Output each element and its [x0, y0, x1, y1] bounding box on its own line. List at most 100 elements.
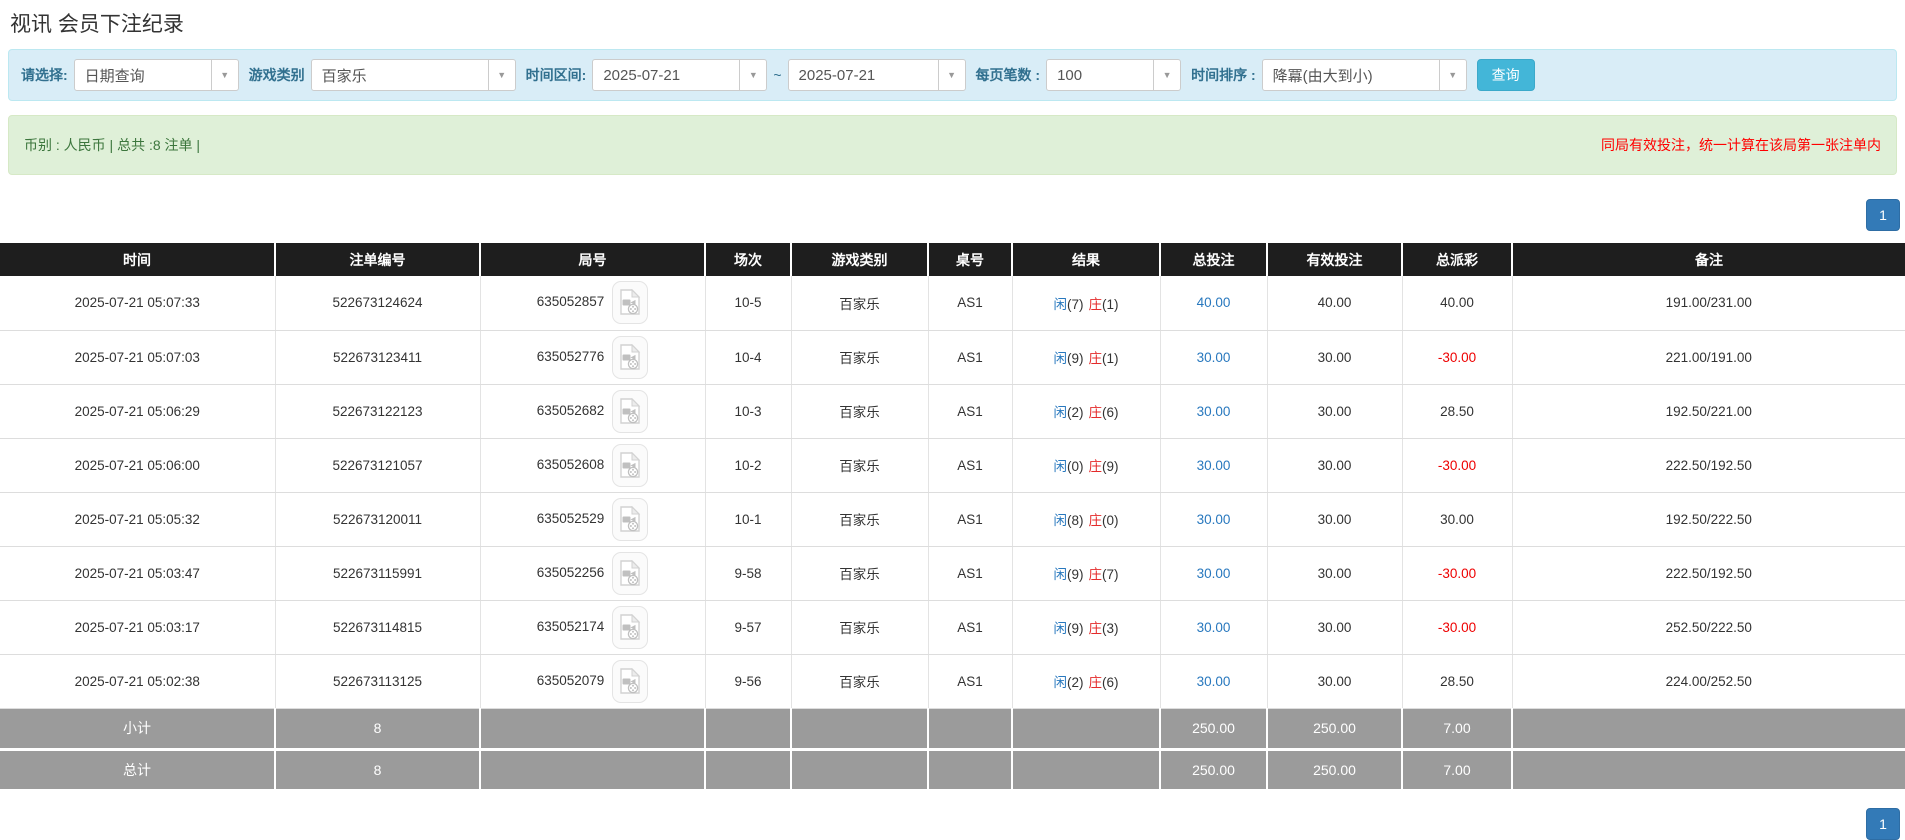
session-cell: 10-2 [705, 438, 792, 493]
result-banker-label: 庄 [1088, 675, 1103, 690]
query-type-label: 请选择: [21, 67, 68, 83]
result-cell: 闲(9) 庄(3) [1012, 600, 1161, 655]
result-player-score: (9) [1067, 567, 1084, 582]
bet-id-cell: 522673120011 [275, 492, 481, 547]
page-size-select[interactable]: 100 ▼ [1046, 59, 1182, 91]
summary-bar: 币别 : 人民币 | 总共 :8 注单 | 同局有效投注，统一计算在该局第一张注… [8, 115, 1897, 175]
time-sort-value: 降冪(由大到小) [1272, 67, 1373, 85]
game-type-select[interactable]: 百家乐 ▼ [310, 59, 516, 91]
table-row: 2025-07-21 05:03:47 522673115991 6350522… [0, 546, 1905, 601]
search-button[interactable]: 查询 [1476, 59, 1535, 91]
total-bet-link[interactable]: 30.00 [1197, 458, 1231, 473]
session-cell: 9-58 [705, 546, 792, 601]
total-bet-cell: 30.00 [1160, 654, 1268, 709]
game-type-label: 游戏类别 [248, 67, 305, 83]
time-sort-select[interactable]: 降冪(由大到小) ▼ [1261, 59, 1467, 91]
total-bet-cell: 30.00 [1160, 600, 1268, 655]
total-bet-link[interactable]: 30.00 [1197, 674, 1231, 689]
valid-bet-cell: 30.00 [1267, 492, 1403, 547]
bet-id-cell: 522673122123 [275, 384, 481, 439]
col-result: 结果 [1012, 243, 1161, 276]
total-bet-link[interactable]: 30.00 [1197, 566, 1231, 581]
session-cell: 9-57 [705, 600, 792, 655]
total-valid-bet: 250.00 [1267, 749, 1403, 792]
date-to-select[interactable]: 2025-07-21 ▼ [787, 59, 966, 91]
video-replay-button[interactable] [612, 281, 649, 325]
date-to-value: 2025-07-21 [798, 66, 876, 84]
query-type-select[interactable]: 日期查询 ▼ [73, 59, 239, 91]
video-replay-button[interactable] [612, 551, 649, 595]
video-file-icon [620, 667, 641, 694]
valid-bet-cell: 30.00 [1267, 438, 1403, 493]
filter-bar: 请选择: 日期查询 ▼ 游戏类别 百家乐 ▼ 时间区间: 2025-07-21 … [8, 49, 1897, 101]
result-banker-label: 庄 [1088, 513, 1103, 528]
page-size-value: 100 [1057, 66, 1083, 84]
total-bet-cell: 30.00 [1160, 546, 1268, 601]
round-id-text: 635052776 [536, 348, 605, 364]
page-1-button[interactable]: 1 [1866, 807, 1900, 840]
total-total-bet: 250.00 [1160, 749, 1268, 792]
video-replay-button[interactable] [612, 335, 649, 379]
subtotal-empty [480, 708, 706, 751]
total-empty [480, 749, 706, 792]
result-banker-label: 庄 [1088, 405, 1103, 420]
round-id-text: 635052857 [536, 294, 605, 310]
result-banker-score: (6) [1102, 675, 1119, 690]
result-cell: 闲(0) 庄(9) [1012, 438, 1161, 493]
round-id-text: 635052174 [536, 618, 605, 634]
result-cell: 闲(7) 庄(1) [1012, 276, 1161, 331]
round-id-cell: 635052256 [480, 546, 706, 601]
result-player-score: (9) [1067, 621, 1084, 636]
col-time: 时间 [0, 243, 276, 276]
total-row: 总计 8 250.00 250.00 7.00 [0, 749, 1905, 792]
date-from-select[interactable]: 2025-07-21 ▼ [592, 59, 768, 91]
bet-id-cell: 522673124624 [275, 276, 481, 331]
col-game-type: 游戏类别 [791, 243, 929, 276]
round-id-text: 635052529 [536, 510, 605, 526]
valid-bet-cell: 30.00 [1267, 600, 1403, 655]
time-cell: 2025-07-21 05:06:00 [0, 438, 276, 493]
remark-cell: 224.00/252.50 [1512, 654, 1905, 709]
bet-id-cell: 522673121057 [275, 438, 481, 493]
table-no-cell: AS1 [928, 492, 1013, 547]
subtotal-total-bet: 250.00 [1160, 708, 1268, 751]
total-bet-link[interactable]: 30.00 [1197, 404, 1231, 419]
total-bet-link[interactable]: 30.00 [1197, 350, 1231, 365]
video-replay-button[interactable] [612, 659, 649, 703]
chevron-down-icon: ▼ [487, 60, 515, 90]
video-file-icon [620, 289, 641, 315]
round-id-cell: 635052682 [480, 384, 706, 439]
result-banker-score: (7) [1102, 567, 1119, 582]
currency-total-text: 币别 : 人民币 | 总共 :8 注单 | [24, 137, 201, 153]
payout-cell: 28.50 [1402, 654, 1513, 709]
result-banker-label: 庄 [1088, 459, 1103, 474]
remark-cell: 252.50/222.50 [1512, 600, 1905, 655]
total-bet-cell: 40.00 [1160, 276, 1268, 331]
table-no-cell: AS1 [928, 654, 1013, 709]
total-bet-link[interactable]: 30.00 [1197, 620, 1231, 635]
video-file-icon [620, 343, 641, 370]
time-cell: 2025-07-21 05:03:17 [0, 600, 276, 655]
round-id-cell: 635052608 [480, 438, 706, 493]
video-replay-button[interactable] [612, 605, 649, 649]
subtotal-payout: 7.00 [1402, 708, 1513, 751]
valid-bet-cell: 30.00 [1267, 384, 1403, 439]
subtotal-label: 小计 [0, 708, 276, 751]
session-cell: 10-5 [705, 276, 792, 331]
video-file-icon [620, 613, 641, 640]
total-bet-cell: 30.00 [1160, 438, 1268, 493]
date-from-value: 2025-07-21 [603, 66, 681, 84]
session-cell: 10-4 [705, 330, 792, 385]
total-bet-link[interactable]: 40.00 [1197, 295, 1231, 310]
chevron-down-icon: ▼ [937, 60, 965, 90]
page-1-button[interactable]: 1 [1866, 199, 1900, 231]
video-replay-button[interactable] [612, 497, 649, 541]
subtotal-empty [1512, 708, 1905, 751]
table-no-cell: AS1 [928, 546, 1013, 601]
subtotal-empty [705, 708, 792, 751]
video-replay-button[interactable] [612, 389, 649, 433]
total-empty [1512, 749, 1905, 792]
time-cell: 2025-07-21 05:03:47 [0, 546, 276, 601]
total-bet-link[interactable]: 30.00 [1197, 512, 1231, 527]
video-replay-button[interactable] [612, 443, 649, 487]
